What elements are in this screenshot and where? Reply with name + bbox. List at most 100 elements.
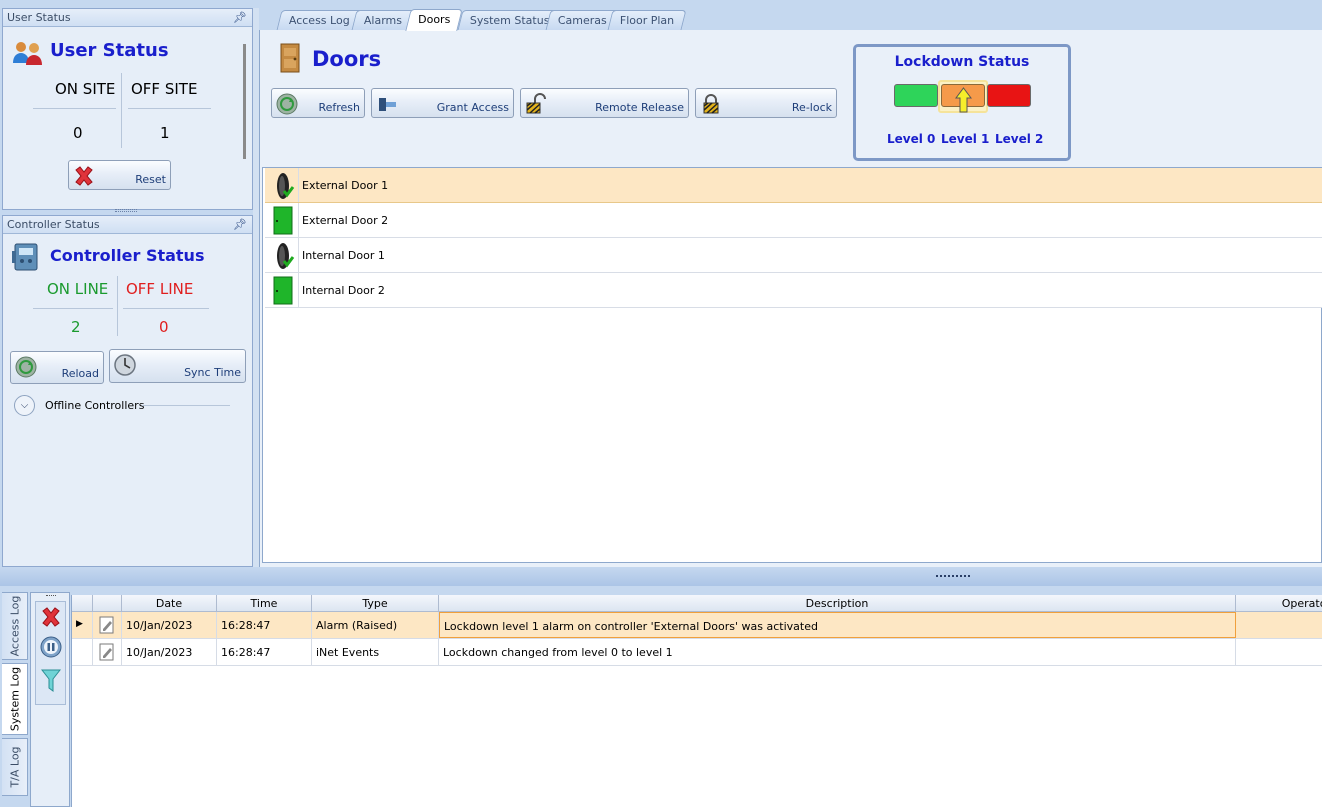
controller-icon <box>12 243 38 271</box>
remote-release-button[interactable]: Remote Release <box>520 88 689 118</box>
side-tab-system-log[interactable]: System Log <box>2 663 28 735</box>
refresh-icon <box>276 93 298 115</box>
tab-doors[interactable]: Doors <box>405 9 463 31</box>
controller-status-heading: Controller Status <box>50 246 205 265</box>
on-line-count: 2 <box>71 318 81 336</box>
log-description: Lockdown level 1 alarm on controller 'Ex… <box>439 612 1236 638</box>
lockdown-level-1-button[interactable] <box>941 84 985 113</box>
log-date: 10/Jan/2023 <box>122 612 217 638</box>
side-tab-ta-log[interactable]: T/A Log <box>2 738 28 796</box>
reset-button[interactable]: Reset <box>68 160 171 190</box>
arrow-up-icon <box>955 87 972 113</box>
tab-floor-plan[interactable]: Floor Plan <box>607 10 687 30</box>
user-status-panel: User Status 📌︎ User Status ON SITE OFF S… <box>2 8 253 210</box>
door-locked-icon <box>265 238 299 272</box>
reset-label: Reset <box>135 173 166 186</box>
controller-status-panel-title: Controller Status <box>3 216 252 234</box>
clock-icon <box>114 354 136 376</box>
log-toolbar <box>30 592 70 807</box>
door-icon <box>280 43 300 73</box>
reload-button[interactable]: Reload <box>10 351 104 384</box>
toolbar-grip <box>46 595 56 597</box>
refresh-button[interactable]: Refresh <box>271 88 365 118</box>
door-row[interactable]: Internal Door 2 <box>265 273 1322 308</box>
off-site-count: 1 <box>160 124 170 142</box>
pin-icon[interactable]: 📌︎ <box>233 218 247 231</box>
side-tab-access-log[interactable]: Access Log <box>2 592 28 660</box>
lock-icon <box>703 94 719 114</box>
log-operator <box>1236 612 1322 638</box>
splitter-grip[interactable] <box>115 209 137 212</box>
delete-icon[interactable] <box>40 606 62 628</box>
lockdown-level-0-button[interactable] <box>894 84 938 107</box>
lockdown-title: Lockdown Status <box>894 54 1030 70</box>
scrollbar[interactable] <box>243 44 246 159</box>
door-row[interactable]: External Door 2 <box>265 203 1322 238</box>
unlock-icon <box>526 93 546 114</box>
sync-time-button[interactable]: Sync Time <box>109 349 246 383</box>
divider <box>142 405 230 406</box>
column-header-type[interactable]: Type <box>312 595 439 612</box>
door-name: External Door 2 <box>302 214 389 227</box>
filter-icon[interactable] <box>41 668 61 694</box>
off-line-label: OFF LINE <box>126 280 194 298</box>
tab-access-log[interactable]: Access Log <box>276 10 363 30</box>
lockdown-level-2-button[interactable] <box>987 84 1031 107</box>
divider <box>128 108 211 109</box>
lockdown-level-1-label: Level 1 <box>941 132 990 146</box>
offline-controllers-label: Offline Controllers <box>45 399 145 412</box>
lockdown-level-0-label: Level 0 <box>887 132 936 146</box>
splitter-grip <box>936 575 970 578</box>
log-row[interactable]: 10/Jan/2023 16:28:47 iNet Events Lockdow… <box>72 639 1322 666</box>
controller-status-panel: Controller Status 📌︎ Controller Status O… <box>2 215 253 567</box>
log-time: 16:28:47 <box>217 639 312 665</box>
user-status-heading: User Status <box>50 40 169 61</box>
door-row[interactable]: External Door 1 <box>265 168 1322 203</box>
door-name: Internal Door 1 <box>302 249 385 262</box>
offline-controllers-expander[interactable]: ⌵ Offline Controllers <box>14 395 244 416</box>
doors-heading: Doors <box>312 47 382 71</box>
row-indicator: ▶ <box>72 612 93 638</box>
horizontal-splitter[interactable] <box>0 567 1322 587</box>
log-type: iNet Events <box>312 639 439 665</box>
divider <box>121 73 122 148</box>
grant-access-button[interactable]: Grant Access <box>371 88 514 118</box>
user-status-panel-title: User Status <box>3 9 252 27</box>
off-site-label: OFF SITE <box>131 80 198 98</box>
door-open-icon <box>265 273 299 307</box>
log-row[interactable]: ▶ 10/Jan/2023 16:28:47 Alarm (Raised) Lo… <box>72 612 1322 639</box>
log-grid: Date Time Type Description Operator ▶ 10… <box>71 595 1322 807</box>
pin-icon[interactable]: 📌︎ <box>233 11 247 24</box>
on-site-label: ON SITE <box>55 80 116 98</box>
lockdown-level-2-label: Level 2 <box>995 132 1044 146</box>
note-icon <box>93 612 122 638</box>
grant-access-label: Grant Access <box>436 101 509 114</box>
column-header-operator[interactable]: Operator <box>1236 595 1322 612</box>
grid-header-icon <box>93 595 122 612</box>
on-line-label: ON LINE <box>47 280 109 298</box>
sync-time-label: Sync Time <box>184 366 241 379</box>
reload-icon <box>15 356 37 378</box>
log-description: Lockdown changed from level 0 to level 1 <box>439 639 1236 665</box>
door-locked-icon <box>265 168 299 202</box>
door-name: External Door 1 <box>302 179 389 192</box>
column-header-description[interactable]: Description <box>439 595 1236 612</box>
pause-icon[interactable] <box>40 636 62 658</box>
divider <box>117 276 118 336</box>
divider <box>33 108 116 109</box>
column-header-time[interactable]: Time <box>217 595 312 612</box>
note-icon <box>93 639 122 665</box>
log-date: 10/Jan/2023 <box>122 639 217 665</box>
off-line-count: 0 <box>159 318 169 336</box>
relock-button[interactable]: Re-lock <box>695 88 837 118</box>
relock-label: Re-lock <box>791 101 832 114</box>
log-type: Alarm (Raised) <box>312 612 439 638</box>
toolbar-inner <box>35 601 66 705</box>
column-header-date[interactable]: Date <box>122 595 217 612</box>
log-time: 16:28:47 <box>217 612 312 638</box>
door-row[interactable]: Internal Door 1 <box>265 238 1322 273</box>
chevron-down-icon: ⌵ <box>14 395 35 416</box>
door-name: Internal Door 2 <box>302 284 385 297</box>
reload-label: Reload <box>61 367 99 380</box>
remote-release-label: Remote Release <box>595 101 684 114</box>
